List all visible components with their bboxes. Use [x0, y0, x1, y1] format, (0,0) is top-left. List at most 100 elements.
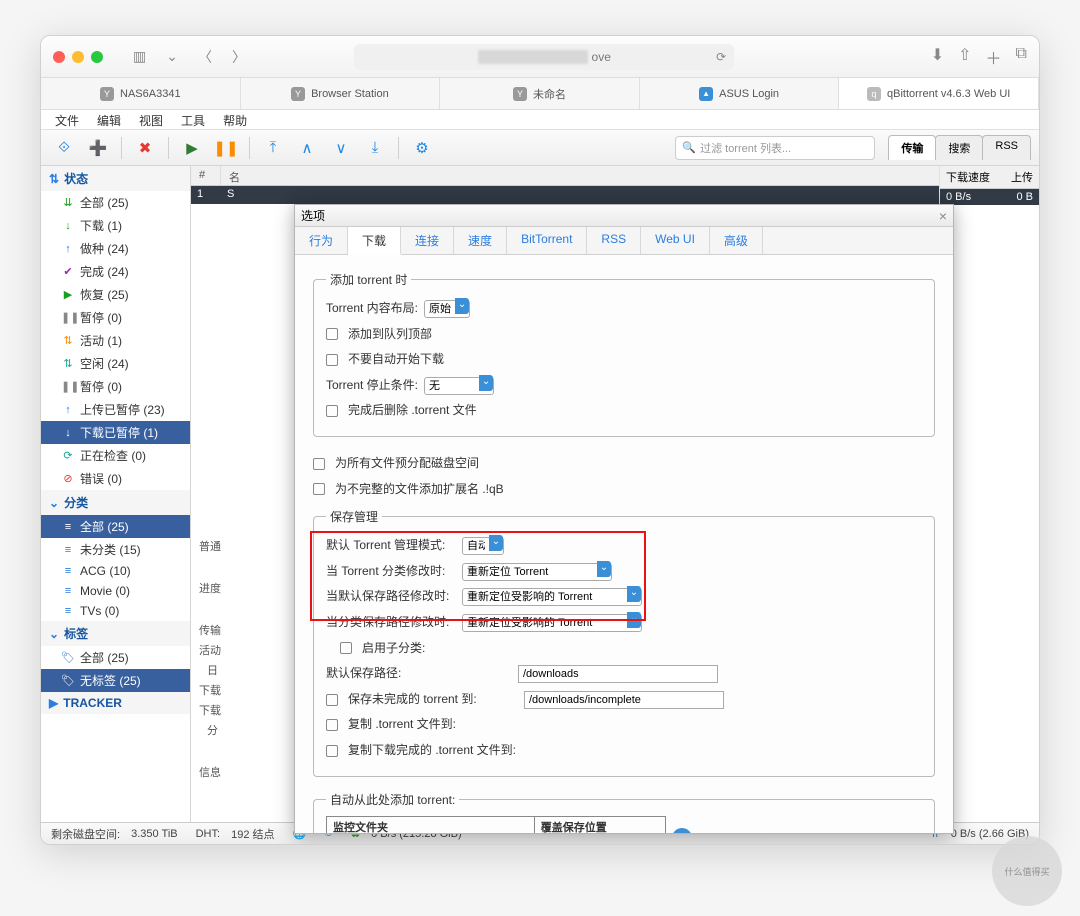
dropdown-icon[interactable]: ⌄ [160, 46, 184, 67]
checkbox-prealloc[interactable] [313, 458, 325, 470]
sidebar-status-stalled-up[interactable]: ↑上传已暂停 (23) [41, 398, 190, 421]
new-tab-icon[interactable]: ＋ [986, 45, 1002, 69]
input-default-save[interactable] [518, 665, 718, 683]
share-icon[interactable]: ⇧ [958, 45, 971, 69]
sidebar-tag-all[interactable]: 🏷全部 (25) [41, 646, 190, 669]
select-cat-path-change[interactable]: 重新定位受影响的 Torrent [462, 614, 642, 632]
add-link-icon[interactable]: ⟐ [49, 135, 79, 161]
lower-tab-general[interactable]: 普通 [191, 536, 229, 556]
add-torrent-icon[interactable]: ➕ [83, 135, 113, 161]
dlg-tab-webui[interactable]: Web UI [641, 227, 710, 254]
reload-icon[interactable]: ⟳ [716, 50, 726, 64]
delete-icon[interactable]: ✖ [130, 135, 160, 161]
tab-rss[interactable]: RSS [982, 135, 1031, 160]
pause-icon[interactable]: ❚❚ [211, 135, 241, 161]
checkbox-copy-torrent[interactable] [326, 719, 338, 731]
sidebar-tag-header[interactable]: ⌄标签 [41, 621, 190, 646]
tab-unnamed[interactable]: Y未命名 [440, 78, 640, 109]
checkbox-copy-finished[interactable] [326, 745, 338, 757]
move-bottom-icon[interactable]: ⤓ [360, 135, 390, 161]
select-stop-cond[interactable]: 无 [424, 377, 494, 395]
sidebar-status-header[interactable]: ⇅状态 [41, 166, 190, 191]
col-dlspeed[interactable]: 下载速度 [946, 169, 990, 185]
sidebar-status-resumed[interactable]: ▶恢复 (25) [41, 283, 190, 306]
tab-asus[interactable]: ▲ASUS Login [640, 78, 840, 109]
tabs-overview-icon[interactable]: ⧉ [1016, 45, 1027, 69]
move-up-icon[interactable]: ∧ [292, 135, 322, 161]
tab-nas[interactable]: YNAS6A3341 [41, 78, 241, 109]
select-default-mode[interactable]: 自动 [462, 537, 504, 555]
sidebar-cat-acg[interactable]: ≡ACG (10) [41, 561, 190, 581]
sidebar-status-all[interactable]: ⇊全部 (25) [41, 191, 190, 214]
move-down-icon[interactable]: ∨ [326, 135, 356, 161]
minimize-window-icon[interactable] [72, 51, 84, 63]
tab-qbittorrent[interactable]: qqBittorrent v4.6.3 Web UI [839, 78, 1039, 109]
sidebar-cat-movie[interactable]: ≡Movie (0) [41, 581, 190, 601]
checkbox-incomplete-save[interactable] [326, 694, 338, 706]
move-top-icon[interactable]: ⤒ [258, 135, 288, 161]
add-watch-folder-button[interactable]: + [672, 828, 692, 833]
lower-tab-progress[interactable]: 进度 [191, 578, 229, 598]
select-content-layout[interactable]: 原始 [424, 300, 470, 318]
checkbox-del-torrent[interactable] [326, 405, 338, 417]
dlg-tab-speed[interactable]: 速度 [454, 227, 507, 254]
url-bar[interactable]: ove ⟳ [354, 44, 734, 70]
filter-input[interactable]: 🔍 过滤 torrent 列表... [675, 136, 875, 160]
dlg-tab-bittorrent[interactable]: BitTorrent [507, 227, 587, 254]
lower-tab-active[interactable]: 活动 [191, 640, 229, 660]
menu-tools[interactable]: 工具 [173, 110, 213, 129]
checkbox-no-autostart[interactable] [326, 354, 338, 366]
tab-search[interactable]: 搜索 [935, 135, 983, 160]
sidebar-category-header[interactable]: ⌄分类 [41, 490, 190, 515]
dialog-close-icon[interactable]: × [939, 208, 947, 224]
lower-tab-info[interactable]: 信息 [191, 762, 229, 782]
lower-tab-split[interactable]: 分 [191, 720, 229, 740]
sidebar-status-active[interactable]: ⇅活动 (1) [41, 329, 190, 352]
torrent-row[interactable]: 1 S [191, 186, 1039, 204]
back-icon[interactable]: 〈 [192, 45, 218, 69]
lower-tab-day[interactable]: 日 [191, 660, 229, 680]
menu-help[interactable]: 帮助 [215, 110, 255, 129]
tab-browser-station[interactable]: YBrowser Station [241, 78, 441, 109]
sidebar-status-completed[interactable]: ✔完成 (24) [41, 260, 190, 283]
settings-icon[interactable]: ⚙ [407, 135, 437, 161]
tab-transfers[interactable]: 传输 [888, 135, 936, 160]
zoom-window-icon[interactable] [91, 51, 103, 63]
dlg-tab-downloads[interactable]: 下载 [348, 227, 401, 255]
checkbox-add-top[interactable] [326, 328, 338, 340]
sidebar-cat-all[interactable]: ≡全部 (25) [41, 515, 190, 538]
menu-file[interactable]: 文件 [47, 110, 87, 129]
sidebar-status-stalled-down[interactable]: ↓下载已暂停 (1) [41, 421, 190, 444]
sidebar-status-checking[interactable]: ⟳正在检查 (0) [41, 444, 190, 467]
dlg-tab-connection[interactable]: 连接 [401, 227, 454, 254]
sidebar-status-paused2[interactable]: ❚❚暂停 (0) [41, 375, 190, 398]
sidebar-status-downloading[interactable]: ↓下载 (1) [41, 214, 190, 237]
close-window-icon[interactable] [53, 51, 65, 63]
menu-edit[interactable]: 编辑 [89, 110, 129, 129]
checkbox-incomplete-ext[interactable] [313, 483, 325, 495]
dialog-titlebar[interactable]: 选项 × [295, 205, 953, 227]
col-upspeed[interactable]: 上传 [1011, 169, 1033, 185]
lower-tab-dl2[interactable]: 下载 [191, 700, 229, 720]
select-cat-change[interactable]: 重新定位 Torrent [462, 563, 612, 581]
sidebar-status-errored[interactable]: ⊘错误 (0) [41, 467, 190, 490]
sidebar-tag-none[interactable]: 🏷无标签 (25) [41, 669, 190, 692]
dlg-tab-rss[interactable]: RSS [587, 227, 641, 254]
lower-tab-dl1[interactable]: 下载 [191, 680, 229, 700]
select-default-path-change[interactable]: 重新定位受影响的 Torrent [462, 588, 642, 606]
sidebar-cat-tvs[interactable]: ≡TVs (0) [41, 601, 190, 621]
col-num[interactable]: # [191, 166, 221, 185]
sidebar-toggle-icon[interactable]: ▥ [127, 46, 152, 67]
menu-view[interactable]: 视图 [131, 110, 171, 129]
sidebar-tracker-header[interactable]: ▶TRACKER [41, 692, 190, 714]
resume-icon[interactable]: ▶ [177, 135, 207, 161]
lower-tab-transfer[interactable]: 传输 [191, 620, 229, 640]
sidebar-status-inactive[interactable]: ⇅空闲 (24) [41, 352, 190, 375]
forward-icon[interactable]: 〉 [226, 45, 252, 69]
downloads-icon[interactable]: ⬇ [931, 45, 944, 69]
sidebar-cat-uncategorized[interactable]: ≡未分类 (15) [41, 538, 190, 561]
dlg-tab-behavior[interactable]: 行为 [295, 227, 348, 254]
dlg-tab-advanced[interactable]: 高级 [710, 227, 763, 254]
sidebar-status-paused[interactable]: ❚❚暂停 (0) [41, 306, 190, 329]
sidebar-status-seeding[interactable]: ↑做种 (24) [41, 237, 190, 260]
